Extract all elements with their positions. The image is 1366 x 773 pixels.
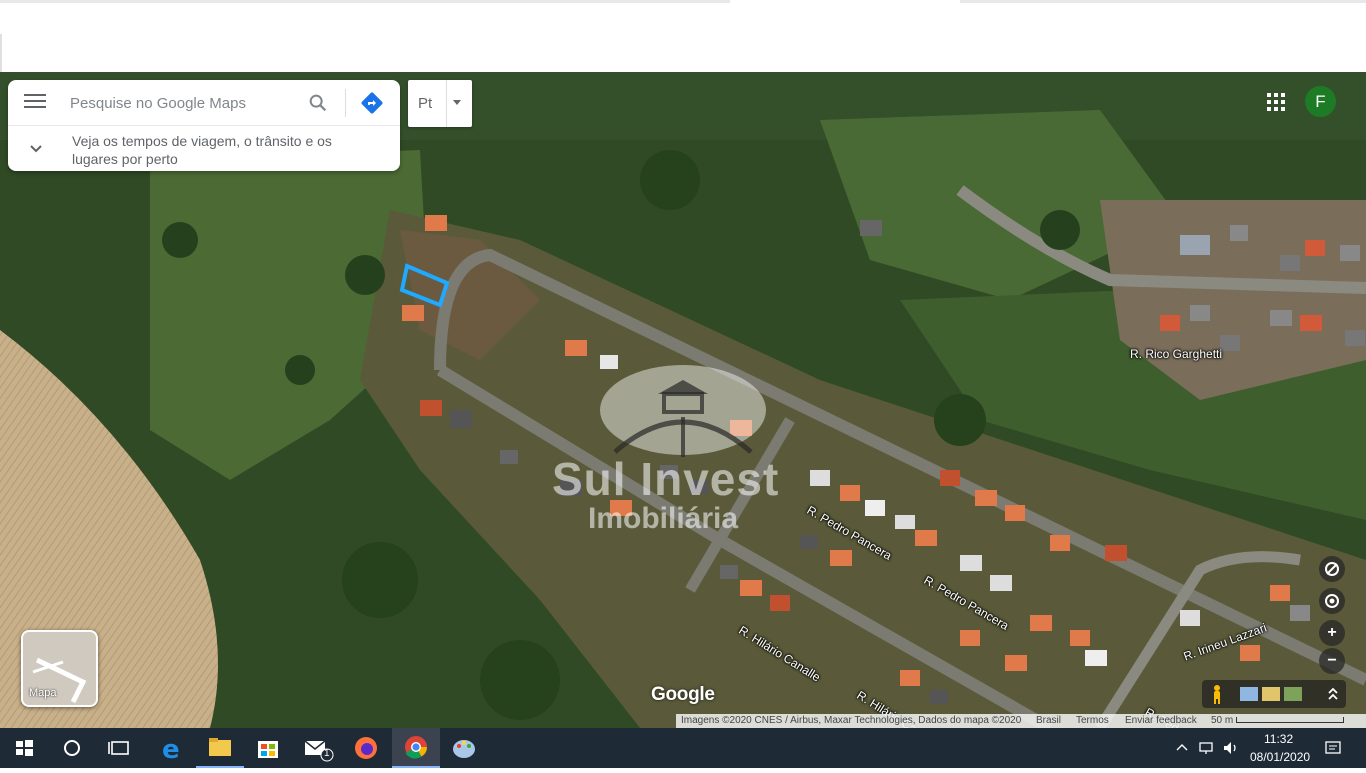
zoom-in-button[interactable]: +	[1319, 620, 1345, 646]
volume-icon[interactable]	[1222, 739, 1240, 757]
search-box	[8, 80, 400, 126]
firefox-icon[interactable]	[342, 728, 390, 768]
windows-taskbar: e 1 11:32 08/01/2020	[0, 728, 1366, 768]
store-icon[interactable]	[244, 728, 292, 768]
directions-icon[interactable]	[360, 91, 384, 115]
dropdown-arrow-icon[interactable]	[453, 100, 461, 105]
street-label-rico-garghetti: R. Rico Garghetti	[1130, 347, 1223, 361]
task-view-icon[interactable]	[96, 728, 144, 768]
nearby-info-text: Veja os tempos de viagem, o trânsito e o…	[72, 133, 332, 167]
photo-selector[interactable]: Pt	[408, 80, 472, 127]
file-explorer-icon[interactable]	[196, 728, 244, 768]
pegman-icon[interactable]	[1210, 684, 1224, 704]
layer-thumb-terrain[interactable]	[1262, 687, 1280, 701]
brand-watermark: Sul Invest Imobiliária	[540, 362, 830, 542]
photo-selector-divider	[446, 80, 447, 127]
photo-selector-label: Pt	[418, 95, 433, 112]
terms-link[interactable]: Termos	[1076, 715, 1109, 726]
mail-icon[interactable]: 1	[292, 728, 340, 768]
layers-strip	[1202, 680, 1346, 708]
apps-grid-icon[interactable]	[1266, 92, 1286, 112]
chevron-up-icon[interactable]	[1326, 685, 1340, 703]
search-panel: Veja os tempos de viagem, o trânsito e o…	[8, 80, 400, 171]
network-icon[interactable]	[1198, 739, 1216, 757]
search-divider	[345, 89, 346, 117]
clock-time[interactable]: 11:32	[1264, 732, 1293, 746]
nearby-info-toggle[interactable]: Veja os tempos de viagem, o trânsito e o…	[8, 126, 400, 171]
menu-icon[interactable]	[24, 94, 46, 112]
scale-label[interactable]: 50 m	[1211, 715, 1233, 726]
page-edge	[0, 34, 2, 72]
search-input[interactable]	[70, 90, 300, 116]
tab-strip-left	[0, 0, 730, 3]
svg-text:e: e	[162, 735, 180, 765]
windows-start-icon[interactable]	[0, 728, 48, 768]
edge-browser-icon[interactable]: e	[148, 728, 196, 768]
map-layer-toggle[interactable]: Mapa	[21, 630, 98, 707]
attribution-bar: Imagens ©2020 CNES / Airbus, Maxar Techn…	[676, 714, 1366, 728]
feedback-link[interactable]: Enviar feedback	[1125, 715, 1197, 726]
chrome-icon[interactable]	[392, 728, 440, 768]
layer-thumb-satellite[interactable]	[1284, 687, 1302, 701]
map-layer-label: Mapa	[29, 687, 57, 699]
imagery-credit: Imagens ©2020 CNES / Airbus, Maxar Techn…	[681, 715, 1022, 726]
paint-icon[interactable]	[440, 728, 488, 768]
chevron-down-icon	[30, 145, 42, 153]
account-avatar[interactable]: F	[1305, 86, 1336, 117]
notifications-icon[interactable]	[1324, 739, 1342, 757]
country-link[interactable]: Brasil	[1036, 715, 1061, 726]
clock-date[interactable]: 08/01/2020	[1250, 750, 1310, 764]
watermark-subtitle: Imobiliária	[588, 502, 739, 535]
rotate-disabled-icon[interactable]	[1319, 556, 1345, 582]
zoom-out-button[interactable]: −	[1319, 648, 1345, 674]
tab-strip-right	[960, 0, 1366, 3]
layer-thumb-transit[interactable]	[1240, 687, 1258, 701]
browser-top-area	[0, 0, 1366, 72]
mail-badge: 1	[324, 748, 330, 759]
search-icon[interactable]	[307, 92, 329, 114]
my-location-icon[interactable]	[1319, 588, 1345, 614]
scale-bar	[1236, 717, 1344, 723]
chevron-up-tray-icon[interactable]	[1174, 740, 1190, 756]
google-logo: Google	[651, 684, 715, 705]
search-circle-icon[interactable]	[48, 728, 96, 768]
watermark-brand: Sul Invest	[552, 453, 780, 505]
